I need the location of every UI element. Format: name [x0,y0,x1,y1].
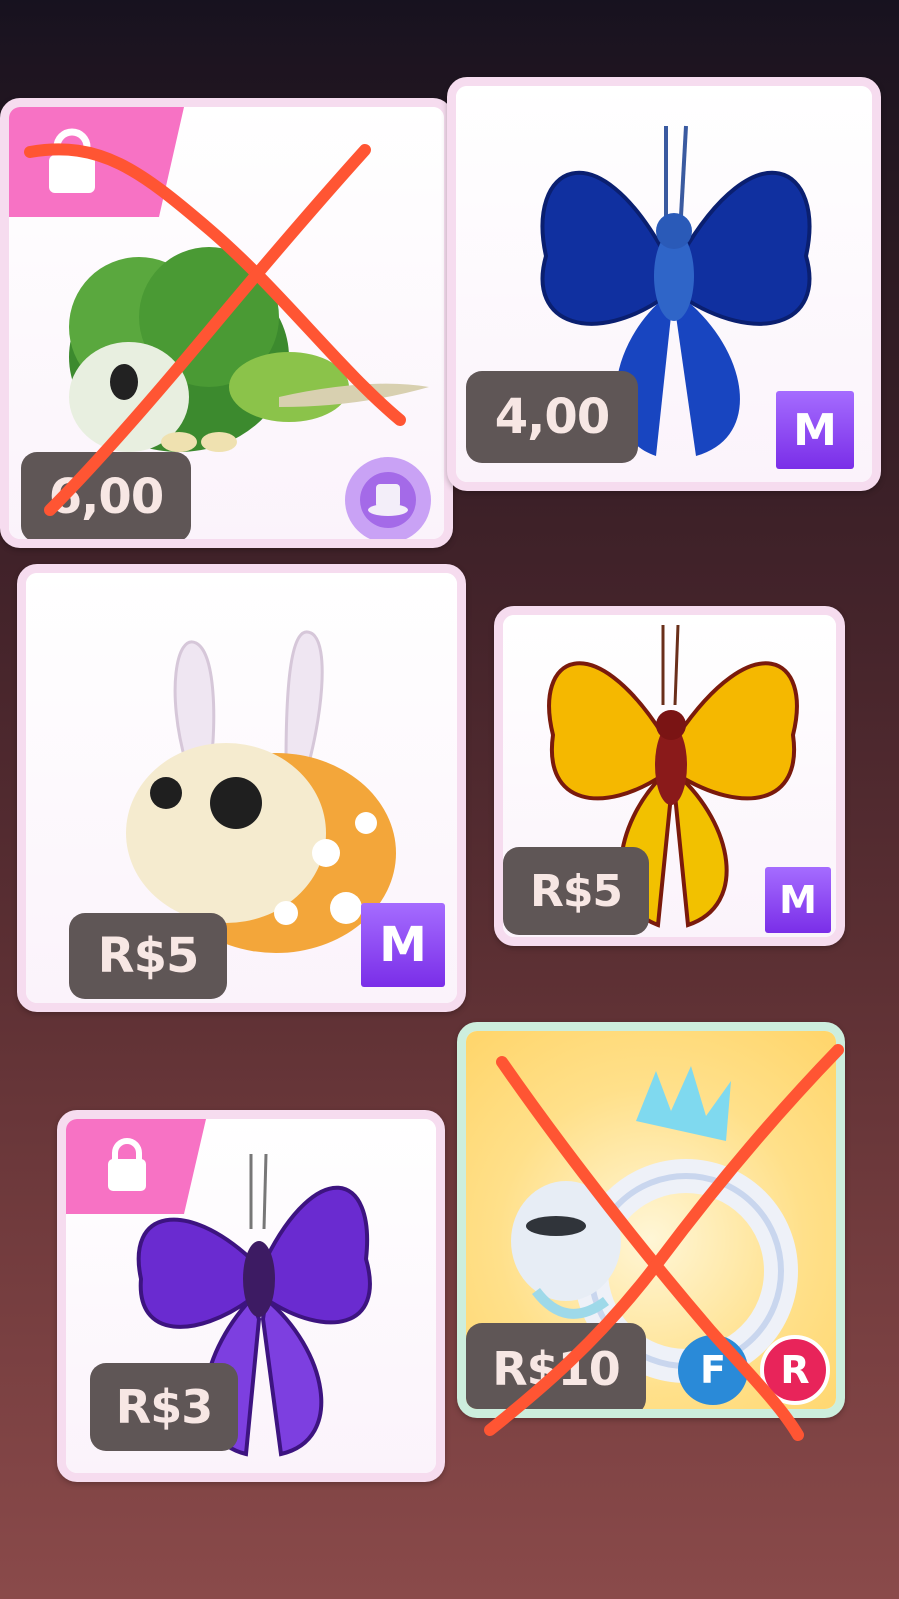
flyable-badge: F [678,1335,748,1405]
card-gold-butterfly[interactable]: R$5 M [494,606,845,946]
card-leaf-pet[interactable]: 6,00 [0,98,453,548]
leaf-pet-image [69,247,429,452]
mega-badge: M [361,903,445,987]
mega-badge: M [776,391,854,469]
lock-icon [9,107,184,217]
rideable-badge: R [760,1335,830,1405]
card-bunny-ladybug[interactable]: R$5 M [17,564,466,1012]
price-tag: R$10 [466,1323,646,1409]
price-tag: 4,00 [466,371,638,463]
price-tag: 6,00 [21,452,191,539]
card-neon-dragon[interactable]: R$10 F R [457,1022,845,1418]
card-blue-butterfly[interactable]: 4,00 M [447,77,881,491]
mega-badge: M [765,867,831,933]
price-tag: R$5 [69,913,227,999]
price-tag: R$5 [503,847,649,935]
price-tag: R$3 [90,1363,238,1451]
card-purple-butterfly[interactable]: R$3 [57,1110,445,1482]
hat-icon [345,457,431,539]
